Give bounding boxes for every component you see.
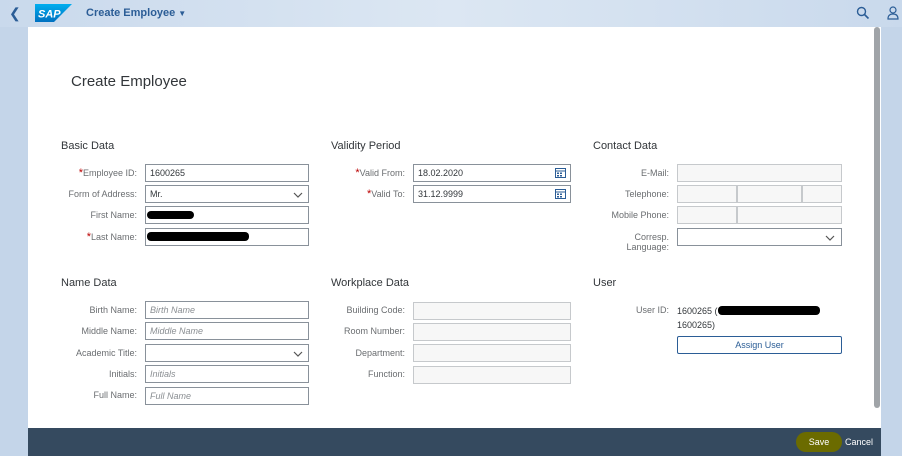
calendar-icon[interactable] (555, 167, 566, 178)
employee-id-label-text: Employee ID: (82, 168, 137, 178)
caret-down-icon: ▼ (178, 9, 187, 18)
svg-text:SAP: SAP (38, 9, 61, 21)
chevron-down-icon[interactable] (293, 349, 303, 359)
calendar-icon[interactable] (555, 188, 566, 199)
chevron-down-icon[interactable] (293, 190, 303, 200)
contact-data-title: Contact Data (593, 140, 658, 152)
last-name-label: *Last Name: (87, 231, 137, 243)
save-button[interactable]: Save (796, 432, 842, 452)
building-code-input[interactable] (413, 302, 571, 320)
redaction-mark (147, 232, 249, 241)
corresp-language-label-line1: Corresp. (634, 232, 669, 242)
validity-period-title: Validity Period (331, 140, 401, 152)
middle-name-input[interactable] (145, 322, 309, 340)
mobile-country-input[interactable] (677, 206, 737, 224)
valid-to-label-text: Valid To: (371, 189, 405, 199)
employee-id-input[interactable] (145, 164, 309, 182)
birth-name-input[interactable] (145, 301, 309, 319)
back-icon[interactable]: ❮ (9, 6, 23, 20)
page-title: Create Employee (71, 73, 187, 90)
sap-logo: SAP (35, 4, 72, 22)
form-of-address-value: Mr. (150, 189, 163, 199)
mobile-number-input[interactable] (737, 206, 842, 224)
scrollbar-thumb[interactable] (874, 27, 880, 408)
workplace-data-title: Workplace Data (331, 277, 410, 289)
email-input[interactable] (677, 164, 842, 182)
building-code-label: Building Code: (346, 305, 405, 315)
full-name-label: Full Name: (93, 390, 137, 400)
user-id-line2: 1600265) (677, 320, 716, 330)
last-name-label-text: Last Name: (90, 232, 137, 242)
mobile-phone-label: Mobile Phone: (611, 210, 669, 220)
user-icon[interactable] (887, 6, 899, 20)
redaction-mark (147, 211, 194, 219)
telephone-label: Telephone: (624, 189, 669, 199)
name-data-title: Name Data (61, 277, 117, 289)
department-input[interactable] (413, 344, 571, 362)
valid-to-label: *Valid To: (367, 188, 405, 200)
email-label: E-Mail: (640, 168, 669, 178)
vertical-scrollbar[interactable] (872, 27, 881, 428)
valid-to-date-input[interactable] (413, 185, 571, 203)
cancel-button[interactable]: Cancel (845, 432, 875, 452)
room-number-label: Room Number: (343, 326, 405, 336)
chevron-down-icon[interactable] (825, 233, 835, 243)
user-id-line1: 1600265 ( (677, 306, 718, 316)
initials-label: Initials: (108, 369, 137, 379)
telephone-country-input[interactable] (677, 185, 737, 203)
full-name-input[interactable] (145, 387, 309, 405)
academic-title-select[interactable] (145, 344, 309, 362)
basic-data-title: Basic Data (61, 140, 115, 152)
initials-input[interactable] (145, 365, 309, 383)
first-name-label: First Name: (90, 210, 137, 220)
valid-from-label: *Valid From: (355, 167, 405, 179)
room-number-input[interactable] (413, 323, 571, 341)
function-label: Function: (367, 369, 405, 379)
user-id-label: User ID: (635, 305, 669, 315)
corresp-language-label-line2: Language: (626, 242, 669, 252)
redaction-mark (718, 306, 820, 315)
corresp-language-label: Corresp. Language: (626, 232, 669, 252)
assign-user-button[interactable]: Assign User (677, 336, 842, 354)
app-title-menu[interactable]: Create Employee ▼ (86, 7, 186, 19)
academic-title-label: Academic Title: (75, 348, 137, 358)
user-section-title: User (593, 277, 617, 289)
telephone-extension-input[interactable] (802, 185, 842, 203)
form-of-address-select[interactable]: Mr. (145, 185, 309, 203)
search-icon[interactable] (856, 6, 870, 20)
birth-name-label: Birth Name: (89, 305, 137, 315)
footer-toolbar (28, 428, 881, 456)
app-title-text: Create Employee (86, 7, 176, 19)
middle-name-label: Middle Name: (81, 326, 137, 336)
employee-id-label: *Employee ID: (79, 167, 137, 179)
valid-from-label-text: Valid From: (359, 168, 405, 178)
corresp-language-select[interactable] (677, 228, 842, 246)
shell-header: ❮ SAP Create Employee ▼ (0, 0, 902, 27)
telephone-number-input[interactable] (737, 185, 802, 203)
department-label: Department: (355, 348, 405, 358)
form-of-address-label: Form of Address: (68, 189, 137, 199)
user-id-value: 1600265 ( 1600265) (677, 304, 718, 332)
valid-from-date-input[interactable] (413, 164, 571, 182)
function-input[interactable] (413, 366, 571, 384)
